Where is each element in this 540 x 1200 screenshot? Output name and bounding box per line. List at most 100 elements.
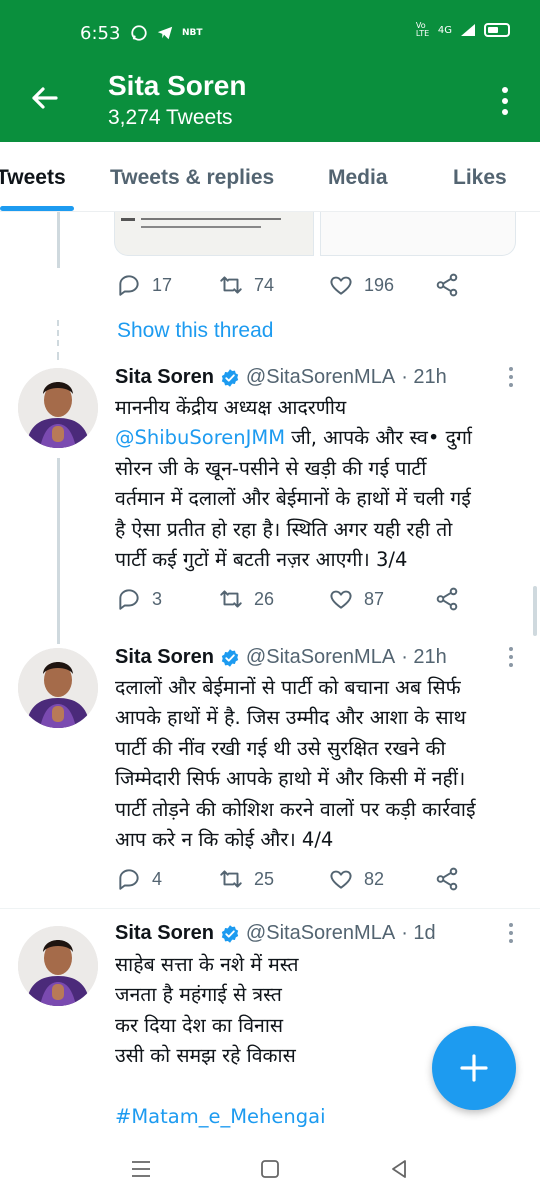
volte-label: Vo LTE xyxy=(415,21,430,38)
tweet-time: · 1d xyxy=(401,922,436,944)
author-name[interactable]: Sita Soren xyxy=(115,646,214,669)
tweet-line: माननीय केंद्रीय अध्यक्ष आदरणीय xyxy=(115,396,347,419)
signal-icon xyxy=(461,24,475,36)
profile-title: Sita Soren xyxy=(108,70,247,101)
tweet-line: पार्टी तोड़ने की कोशिश करने वालों पर कड़… xyxy=(115,797,476,821)
tweet-more-icon[interactable] xyxy=(508,646,514,668)
like-count: 82 xyxy=(364,868,385,889)
profile-photo xyxy=(18,926,98,1006)
author-handle[interactable]: @SitaSorenMLA xyxy=(246,366,395,389)
like-button[interactable]: 87 xyxy=(328,586,384,612)
carrier-badge: NBT xyxy=(182,28,203,38)
verified-badge-icon xyxy=(221,648,239,667)
reply-icon xyxy=(119,869,139,890)
heart-icon xyxy=(330,276,352,295)
reply-count: 4 xyxy=(152,868,163,889)
reply-button[interactable]: 4 xyxy=(116,866,162,892)
tweet-line: साहेब सत्ता के नशे में मस्त xyxy=(115,953,299,976)
active-tab-indicator xyxy=(0,206,74,211)
compose-tweet-button[interactable] xyxy=(432,1026,516,1110)
thread-connector xyxy=(57,212,60,268)
profile-photo xyxy=(18,648,98,728)
arrow-left-icon[interactable] xyxy=(28,82,60,114)
like-button[interactable]: 82 xyxy=(328,866,384,892)
menu-icon[interactable] xyxy=(130,1158,152,1180)
tweet-media[interactable] xyxy=(114,212,516,256)
tweet-time: · 21h xyxy=(401,366,447,388)
share-button[interactable] xyxy=(434,586,460,612)
back-triangle-icon[interactable] xyxy=(388,1158,410,1180)
heart-icon xyxy=(330,590,352,609)
tweet-header: Sita Soren @SitaSorenMLA · 21h xyxy=(115,646,447,669)
avatar[interactable] xyxy=(18,648,98,728)
tweet-line: पार्टी कई गुटों में बटती नज़र आएगी। 3/4 xyxy=(115,548,408,572)
show-thread-link[interactable]: Show this thread xyxy=(117,319,273,343)
system-nav-bar xyxy=(0,1140,540,1200)
tweet-line: आपके हाथों में है. जिस उम्मीद और आशा के … xyxy=(115,706,467,730)
battery-icon xyxy=(484,23,510,37)
share-button[interactable] xyxy=(434,866,460,892)
document-image xyxy=(121,218,281,228)
like-count: 196 xyxy=(364,274,395,295)
retweet-icon xyxy=(220,870,242,888)
share-icon xyxy=(436,273,458,297)
telegram-icon xyxy=(157,26,173,40)
status-time: 6:53 xyxy=(80,23,121,44)
reply-icon xyxy=(119,275,139,296)
tweet-more-icon[interactable] xyxy=(508,366,514,388)
tweet-more-icon[interactable] xyxy=(508,922,514,944)
avatar[interactable] xyxy=(18,368,98,448)
media-image[interactable] xyxy=(114,212,314,256)
thread-connector xyxy=(57,458,60,644)
retweet-button[interactable]: 74 xyxy=(218,272,274,298)
tweet-count: 3,274 Tweets xyxy=(108,106,233,129)
retweet-button[interactable]: 26 xyxy=(218,586,274,612)
reply-button[interactable]: 17 xyxy=(116,272,172,298)
tweet-item[interactable]: Sita Soren @SitaSorenMLA · 21h दलालों और… xyxy=(0,640,540,908)
media-image[interactable] xyxy=(320,212,516,256)
share-icon xyxy=(436,587,458,611)
tweet-actions: 4 25 82 xyxy=(116,866,466,896)
tweet-line: @ShibuSorenJMM जी, आपके और स्व• दुर्गा xyxy=(115,423,525,453)
home-square-icon[interactable] xyxy=(259,1158,281,1180)
network-label: 4G xyxy=(437,24,452,36)
share-button[interactable] xyxy=(434,272,460,298)
tweet-feed[interactable]: 17 74 196 Show this thread Sita Soren @S… xyxy=(0,212,540,1140)
tab-tweets[interactable]: Tweets xyxy=(0,166,66,190)
tab-likes[interactable]: Likes xyxy=(453,166,507,190)
tweet-line: दलालों और बेईमानों से पार्टी को बचाना अब… xyxy=(115,676,461,699)
tweet-text: माननीय केंद्रीय अध्यक्ष आदरणीय @ShibuSor… xyxy=(115,393,525,575)
verified-badge-icon xyxy=(221,924,239,943)
tweet-line: वर्तमान में दलालों और बेईमानों के हाथों … xyxy=(115,487,471,511)
tab-tweets-and-replies[interactable]: Tweets & replies xyxy=(110,166,274,190)
reply-count: 3 xyxy=(152,588,163,609)
tweet-header: Sita Soren @SitaSorenMLA · 1d xyxy=(115,922,436,945)
author-name[interactable]: Sita Soren xyxy=(115,366,214,389)
heart-icon xyxy=(330,870,352,889)
tweet-line: जनता है महंगाई से त्रस्त xyxy=(115,983,282,1007)
author-handle[interactable]: @SitaSorenMLA xyxy=(246,646,395,669)
more-vertical-icon[interactable] xyxy=(500,86,510,116)
retweet-count: 25 xyxy=(254,868,275,889)
tweet-line: पार्टी की नींव रखी गई थी उसे सुरक्षित रख… xyxy=(115,736,446,760)
scrollbar[interactable] xyxy=(533,586,537,636)
retweet-icon xyxy=(220,590,242,608)
reply-button[interactable]: 3 xyxy=(116,586,162,612)
retweet-count: 26 xyxy=(254,588,275,609)
profile-header: Sita Soren 3,274 Tweets xyxy=(0,66,540,142)
like-button[interactable]: 196 xyxy=(328,272,394,298)
author-name[interactable]: Sita Soren xyxy=(115,922,214,945)
avatar[interactable] xyxy=(18,926,98,1006)
share-icon xyxy=(436,867,458,891)
tweet-line: सोरन जी के खून-पसीने से खड़ी की गई पार्ट… xyxy=(115,456,427,480)
tab-media[interactable]: Media xyxy=(328,166,388,190)
tweet-item[interactable]: Sita Soren @SitaSorenMLA · 21h माननीय के… xyxy=(0,360,540,640)
tweet-actions: 3 26 87 xyxy=(116,586,466,616)
retweet-button[interactable]: 25 xyxy=(218,866,274,892)
mention-link[interactable]: @ShibuSorenJMM xyxy=(115,426,285,449)
tweet-line-text: जी, आपके और स्व• दुर्गा xyxy=(285,426,472,450)
author-handle[interactable]: @SitaSorenMLA xyxy=(246,922,395,945)
tweet-line: आप करे न कि कोई और। 4/4 xyxy=(115,828,334,852)
tweet-header: Sita Soren @SitaSorenMLA · 21h xyxy=(115,366,447,389)
plus-icon xyxy=(460,1054,488,1082)
